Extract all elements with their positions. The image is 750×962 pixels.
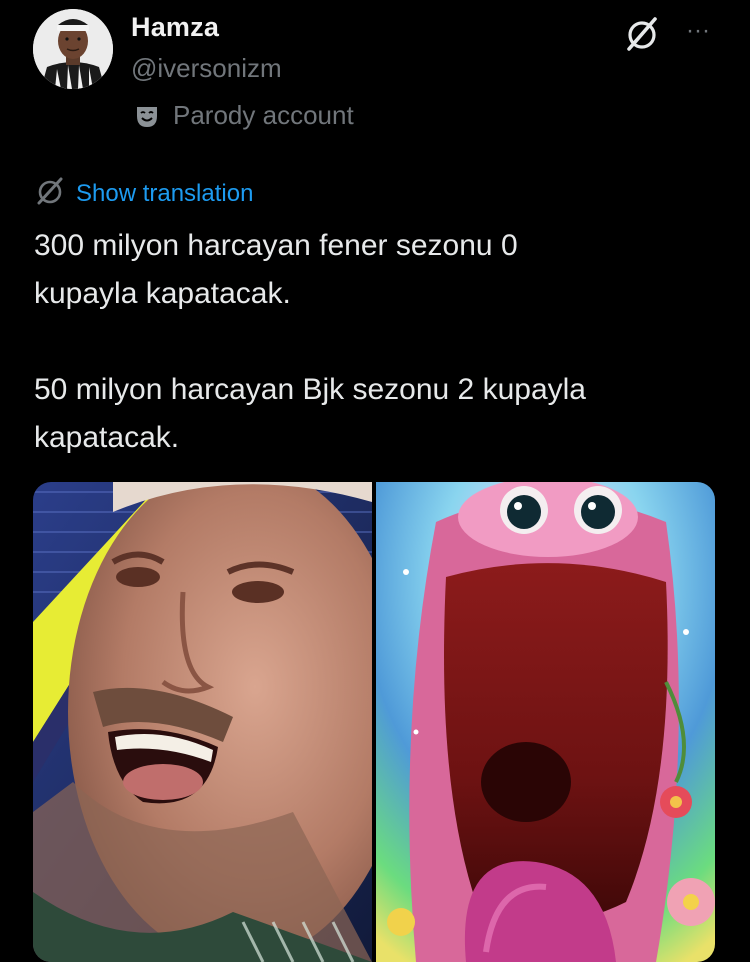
show-translation-link[interactable]: Show translation <box>34 175 253 212</box>
author-handle[interactable]: @iversonizm <box>131 53 282 84</box>
post-text: 300 milyon harcayan fener sezonu 0 kupay… <box>34 229 586 454</box>
media-photo-laughing-man[interactable] <box>33 482 372 962</box>
parody-account-label: Parody account <box>173 100 354 130</box>
grok-icon[interactable] <box>622 14 662 54</box>
theater-mask-icon <box>133 102 161 130</box>
media-photo-screaming-cartoon[interactable] <box>376 482 715 962</box>
parody-account-badge: Parody account <box>133 100 354 131</box>
post-media-grid <box>33 482 715 962</box>
avatar[interactable] <box>33 9 113 89</box>
show-translation-label: Show translation <box>76 179 254 207</box>
grok-icon <box>34 175 66 212</box>
more-dots-icon[interactable]: ··· <box>681 14 715 48</box>
author-display-name[interactable]: Hamza <box>131 12 219 43</box>
